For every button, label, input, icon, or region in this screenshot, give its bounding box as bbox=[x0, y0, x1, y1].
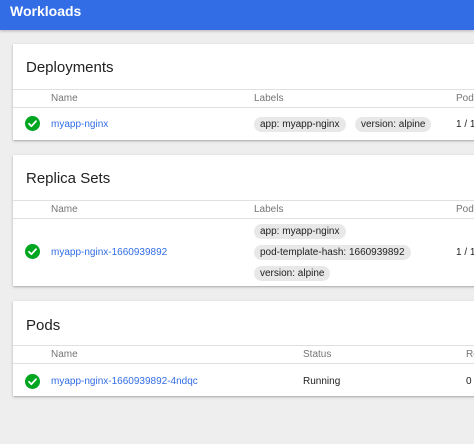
column-header-name[interactable]: Name bbox=[51, 204, 78, 216]
divider bbox=[13, 107, 474, 108]
check-circle-icon bbox=[25, 244, 40, 259]
column-header-status: Status bbox=[303, 349, 332, 360]
page-title: Workloads bbox=[10, 3, 82, 19]
pods-count: 1 / 1 bbox=[456, 247, 474, 258]
label-chip: version: alpine bbox=[254, 266, 331, 281]
column-header-pods: Pod bbox=[456, 93, 474, 104]
label-chip: app: myapp-nginx bbox=[254, 117, 346, 132]
divider bbox=[13, 200, 474, 201]
app-header: Workloads bbox=[0, 0, 474, 30]
divider bbox=[13, 218, 474, 219]
divider bbox=[13, 89, 474, 90]
label-chip: pod-template-hash: 1660939892 bbox=[254, 245, 411, 260]
column-header-restarts: Re bbox=[466, 349, 474, 360]
check-circle-icon bbox=[25, 116, 40, 131]
column-header-name[interactable]: Name bbox=[51, 93, 78, 105]
check-circle-icon bbox=[25, 374, 40, 389]
label-chip: app: myapp-nginx bbox=[254, 224, 346, 239]
pods-card: Pods Name Status Re myapp-nginx-16609398… bbox=[13, 301, 474, 396]
replica-sets-title: Replica Sets bbox=[26, 170, 111, 187]
deployments-card: Deployments Name Labels Pod myapp-nginx … bbox=[13, 44, 474, 140]
deployments-title: Deployments bbox=[26, 59, 114, 76]
replica-sets-card: Replica Sets Name Labels Pod myapp-nginx… bbox=[13, 155, 474, 286]
pods-title: Pods bbox=[26, 317, 61, 334]
divider bbox=[13, 363, 474, 364]
column-header-pods: Pod bbox=[456, 204, 474, 215]
label-chip: version: alpine bbox=[355, 117, 432, 132]
replica-set-name-link[interactable]: myapp-nginx-1660939892 bbox=[51, 247, 167, 259]
column-header-labels: Labels bbox=[254, 204, 284, 215]
pod-restarts: 0 bbox=[466, 376, 472, 387]
column-header-labels: Labels bbox=[254, 93, 284, 104]
pod-name-link[interactable]: myapp-nginx-1660939892-4ndqc bbox=[51, 376, 198, 388]
deployment-name-link[interactable]: myapp-nginx bbox=[51, 119, 108, 131]
column-header-name[interactable]: Name bbox=[51, 349, 78, 361]
pods-count: 1 / 1 bbox=[456, 119, 474, 130]
divider bbox=[13, 345, 474, 346]
pod-status: Running bbox=[303, 376, 341, 387]
